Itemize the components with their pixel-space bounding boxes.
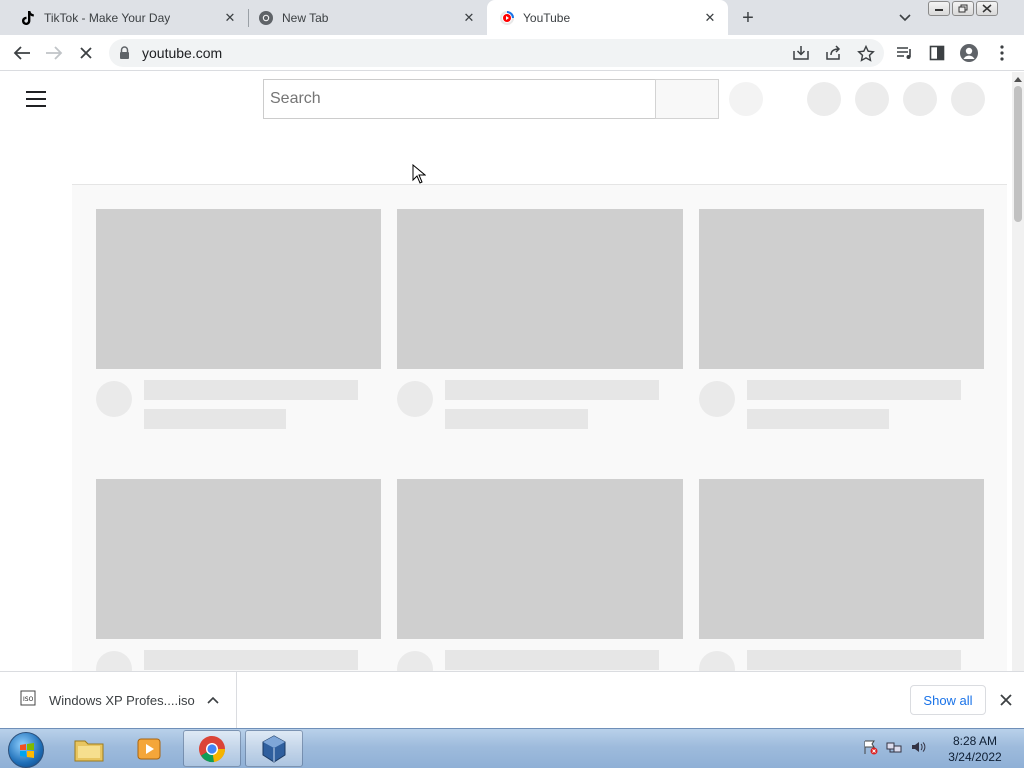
system-tray <box>862 739 926 758</box>
video-grid-skeleton <box>72 185 1007 671</box>
video-thumbnail-placeholder <box>397 479 683 639</box>
install-app-icon[interactable] <box>791 43 811 63</box>
chrome-icon <box>199 735 226 762</box>
chevron-down-icon[interactable] <box>896 9 914 27</box>
minimize-button[interactable] <box>928 1 950 16</box>
start-button[interactable] <box>8 732 44 768</box>
new-tab-button[interactable]: + <box>737 7 759 29</box>
tab-strip: TikTok - Make Your Day ✕ New Tab ✕ YouTu… <box>0 0 1024 35</box>
stop-loading-icon[interactable] <box>76 43 96 63</box>
channel-avatar-placeholder <box>699 651 735 671</box>
tab-title: TikTok - Make Your Day <box>44 10 171 25</box>
header-placeholder-circle <box>807 82 841 116</box>
lock-icon <box>119 46 130 63</box>
voice-search-placeholder <box>729 82 763 116</box>
show-all-button[interactable]: Show all <box>910 685 986 715</box>
youtube-masthead <box>0 72 1012 128</box>
close-icon[interactable]: ✕ <box>702 10 718 26</box>
chrome-icon <box>258 10 274 26</box>
clock-time: 8:28 AM <box>952 734 998 748</box>
back-arrow-icon[interactable] <box>12 43 32 63</box>
media-player-icon <box>137 738 161 759</box>
youtube-loading-icon <box>499 10 515 26</box>
tab-title: YouTube <box>523 10 571 25</box>
close-icon[interactable]: ✕ <box>222 10 238 26</box>
side-panel-icon[interactable] <box>927 43 947 63</box>
address-text: youtube.com <box>142 45 223 61</box>
title-line-placeholder <box>747 380 961 400</box>
clock-date: 3/24/2022 <box>948 750 1002 764</box>
volume-icon[interactable] <box>910 739 926 758</box>
channel-avatar-placeholder <box>96 651 132 671</box>
download-shelf: ISO Windows XP Profes....iso Show all <box>0 671 1024 728</box>
meta-line-placeholder <box>144 409 286 429</box>
meta-line-placeholder <box>747 409 889 429</box>
header-placeholder-circle <box>951 82 985 116</box>
media-queue-icon[interactable] <box>895 43 915 63</box>
chevron-up-icon[interactable] <box>205 692 221 708</box>
search-button[interactable] <box>655 79 719 119</box>
title-line-placeholder <box>144 650 358 670</box>
menu-dots-icon[interactable] <box>992 43 1012 63</box>
vertical-scrollbar[interactable] <box>1012 72 1024 671</box>
taskbar-clock[interactable]: 8:28 AM 3/24/2022 <box>940 733 1010 765</box>
page-viewport <box>0 72 1024 671</box>
title-line-placeholder <box>445 650 659 670</box>
title-line-placeholder <box>445 380 659 400</box>
folder-icon <box>74 740 104 761</box>
forward-arrow-icon[interactable] <box>44 43 64 63</box>
header-placeholder-circle <box>855 82 889 116</box>
svg-text:ISO: ISO <box>23 696 34 703</box>
windows-taskbar: 8:28 AM 3/24/2022 <box>0 728 1024 768</box>
title-line-placeholder <box>747 650 961 670</box>
close-icon[interactable] <box>997 691 1015 709</box>
maximize-button[interactable] <box>952 1 974 16</box>
profile-avatar-icon[interactable] <box>959 43 979 63</box>
virtualbox-taskbar-button[interactable] <box>245 730 303 767</box>
scrollbar-thumb[interactable] <box>1014 86 1022 222</box>
scroll-up-arrow-icon[interactable] <box>1012 74 1024 84</box>
browser-toolbar: youtube.com <box>0 35 1024 71</box>
video-thumbnail-placeholder <box>96 479 381 639</box>
tab-new-tab[interactable]: New Tab ✕ <box>238 0 487 35</box>
channel-avatar-placeholder <box>397 381 433 417</box>
tab-tiktok[interactable]: TikTok - Make Your Day ✕ <box>0 0 248 35</box>
header-placeholder-circle <box>903 82 937 116</box>
network-icon[interactable] <box>886 739 902 758</box>
video-thumbnail-placeholder <box>96 209 381 369</box>
channel-avatar-placeholder <box>96 381 132 417</box>
bookmark-star-icon[interactable] <box>856 43 876 63</box>
iso-file-icon: ISO <box>20 690 36 709</box>
tab-title: New Tab <box>282 10 329 25</box>
channel-avatar-placeholder <box>397 651 433 671</box>
video-thumbnail-placeholder <box>397 209 683 369</box>
file-explorer-taskbar-button[interactable] <box>60 730 118 767</box>
window-controls <box>928 1 998 16</box>
search-input[interactable] <box>263 79 656 119</box>
meta-line-placeholder <box>445 409 588 429</box>
title-line-placeholder <box>144 380 358 400</box>
video-thumbnail-placeholder <box>699 479 984 639</box>
download-item[interactable]: ISO Windows XP Profes....iso <box>0 672 237 728</box>
virtualbox-icon <box>262 734 286 763</box>
hamburger-menu-icon[interactable] <box>26 91 46 107</box>
mouse-cursor-icon <box>412 163 427 187</box>
windows-logo-icon <box>20 743 34 758</box>
media-player-taskbar-button[interactable] <box>120 730 178 767</box>
download-file-name: Windows XP Profes....iso <box>49 693 195 708</box>
close-icon[interactable]: ✕ <box>461 10 477 26</box>
tab-youtube[interactable]: YouTube ✕ <box>487 0 728 35</box>
chip-bar-placeholder <box>72 128 1007 185</box>
chrome-taskbar-button[interactable] <box>183 730 241 767</box>
address-bar[interactable]: youtube.com <box>109 39 884 67</box>
share-icon[interactable] <box>823 43 843 63</box>
channel-avatar-placeholder <box>699 381 735 417</box>
action-center-flag-icon[interactable] <box>862 739 878 758</box>
tiktok-icon <box>20 10 36 26</box>
close-window-button[interactable] <box>976 1 998 16</box>
video-thumbnail-placeholder <box>699 209 984 369</box>
